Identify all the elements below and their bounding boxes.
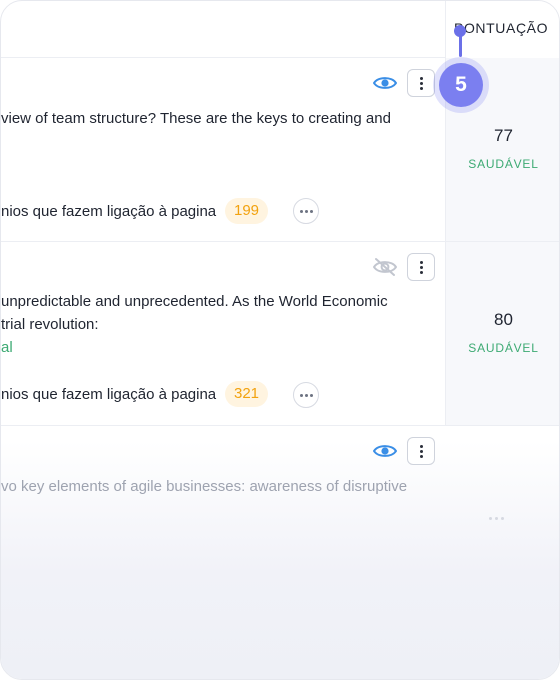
eye-off-icon[interactable] (371, 255, 399, 279)
row-menu-button[interactable] (407, 253, 435, 281)
linking-pages-label: nios que fazem ligação à pagina (1, 203, 217, 220)
more-dot (299, 393, 303, 397)
row-menu-button[interactable] (407, 69, 435, 97)
more-dot (304, 393, 308, 397)
table-row: unpredictable and unprecedented. As the … (1, 242, 559, 426)
score-column-label: PONTUAÇÃO (454, 20, 549, 36)
more-options-button[interactable] (293, 382, 319, 408)
eye-icon[interactable] (371, 71, 399, 95)
more-dot (299, 209, 303, 213)
step-number-badge[interactable]: 5 (439, 63, 483, 107)
more-dot (501, 517, 504, 520)
kebab-dot (419, 454, 423, 458)
linking-pages-label: nios que fazem ligação à pagina (1, 386, 217, 403)
step-connector-dot (454, 25, 466, 37)
kebab-dot (419, 86, 423, 90)
kebab-dot (419, 444, 423, 448)
linking-pages-count-badge[interactable]: 199 (225, 198, 269, 224)
row-link-text[interactable]: al (1, 339, 13, 356)
table-header: PONTUAÇÃO (1, 1, 559, 58)
faded-more-icon (489, 517, 504, 520)
kebab-dot (419, 270, 423, 274)
table-row: vo key elements of agile businesses: awa… (1, 426, 559, 546)
more-dot (489, 517, 492, 520)
kebab-dot (419, 449, 423, 453)
linking-pages-count-badge[interactable]: 321 (225, 381, 269, 407)
row-description-line: view of team structure? These are the ke… (1, 110, 391, 127)
app-window: PONTUAÇÃO view of team structure? These … (0, 0, 560, 680)
row-description-line: vo key elements of agile businesses: awa… (1, 478, 408, 495)
more-options-button[interactable] (293, 198, 319, 224)
row-description-line: unpredictable and unprecedented. As the … (1, 293, 388, 310)
score-value: 80 (494, 310, 513, 329)
row-description-line: trial revolution: (1, 316, 99, 333)
kebab-dot (419, 265, 423, 269)
more-dot (309, 393, 313, 397)
kebab-dot (419, 260, 423, 264)
kebab-dot (419, 76, 423, 80)
score-cell: 80 SAUDÁVEL (445, 242, 559, 425)
more-dot (304, 209, 308, 213)
row-menu-button[interactable] (407, 437, 435, 465)
eye-icon[interactable] (371, 439, 399, 463)
more-dot (309, 209, 313, 213)
score-value: 77 (494, 126, 513, 145)
kebab-dot (419, 81, 423, 85)
more-dot (495, 517, 498, 520)
score-status: SAUDÁVEL (468, 157, 539, 171)
score-status: SAUDÁVEL (468, 341, 539, 355)
